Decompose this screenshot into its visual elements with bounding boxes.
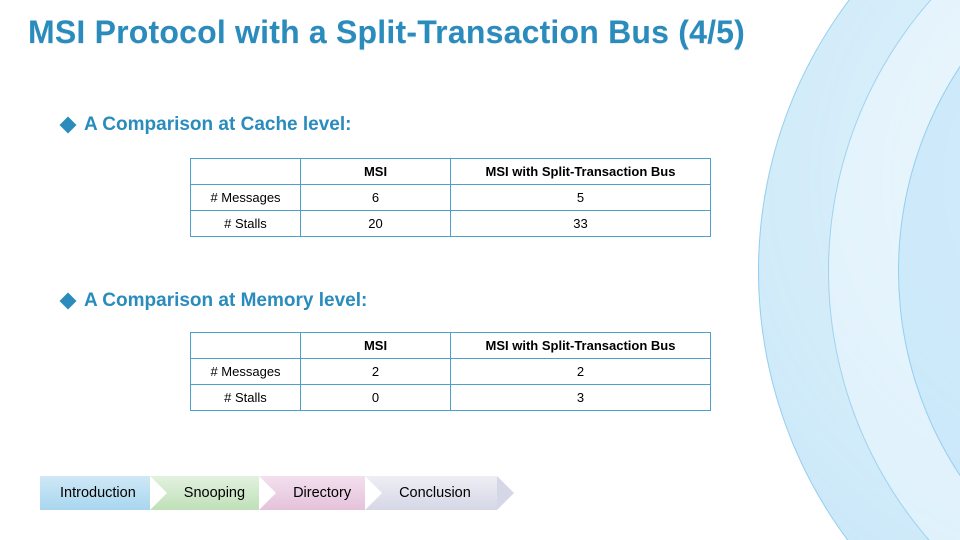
diamond-icon — [60, 293, 77, 310]
crumb-introduction[interactable]: Introduction — [40, 476, 162, 510]
row-stalls: # Stalls — [191, 385, 301, 411]
bullet-label: A Comparison at Cache level: — [84, 114, 351, 136]
row-stalls: # Stalls — [191, 211, 301, 237]
table-row: # Stalls 20 33 — [191, 211, 711, 237]
cell: 0 — [301, 385, 451, 411]
page-title: MSI Protocol with a Split-Transaction Bu… — [28, 14, 745, 51]
row-messages: # Messages — [191, 185, 301, 211]
table-row: MSI MSI with Split-Transaction Bus — [191, 159, 711, 185]
bullet-cache: A Comparison at Cache level: — [62, 114, 351, 136]
col-msi: MSI — [301, 333, 451, 359]
cell: 2 — [451, 359, 711, 385]
crumb-label: Introduction — [60, 485, 136, 501]
bullet-label: A Comparison at Memory level: — [84, 290, 367, 312]
table-row: # Stalls 0 3 — [191, 385, 711, 411]
crumb-conclusion[interactable]: Conclusion — [365, 476, 497, 510]
table-row: # Messages 2 2 — [191, 359, 711, 385]
cell: 20 — [301, 211, 451, 237]
col-split: MSI with Split-Transaction Bus — [451, 333, 711, 359]
crumb-label: Snooping — [184, 485, 245, 501]
crumb-snooping[interactable]: Snooping — [150, 476, 271, 510]
col-msi: MSI — [301, 159, 451, 185]
cell: 33 — [451, 211, 711, 237]
table-row: MSI MSI with Split-Transaction Bus — [191, 333, 711, 359]
cell: 6 — [301, 185, 451, 211]
cell: 5 — [451, 185, 711, 211]
row-messages: # Messages — [191, 359, 301, 385]
col-blank — [191, 159, 301, 185]
cell: 3 — [451, 385, 711, 411]
table-row: # Messages 6 5 — [191, 185, 711, 211]
col-blank — [191, 333, 301, 359]
col-split: MSI with Split-Transaction Bus — [451, 159, 711, 185]
breadcrumb: Introduction Snooping Directory Conclusi… — [40, 476, 485, 510]
bullet-memory: A Comparison at Memory level: — [62, 290, 367, 312]
diamond-icon — [60, 117, 77, 134]
slide: MSI Protocol with a Split-Transaction Bu… — [0, 0, 960, 540]
table-cache: MSI MSI with Split-Transaction Bus # Mes… — [190, 158, 711, 237]
cell: 2 — [301, 359, 451, 385]
table-memory: MSI MSI with Split-Transaction Bus # Mes… — [190, 332, 711, 411]
crumb-directory[interactable]: Directory — [259, 476, 377, 510]
crumb-label: Conclusion — [399, 485, 471, 501]
crumb-label: Directory — [293, 485, 351, 501]
